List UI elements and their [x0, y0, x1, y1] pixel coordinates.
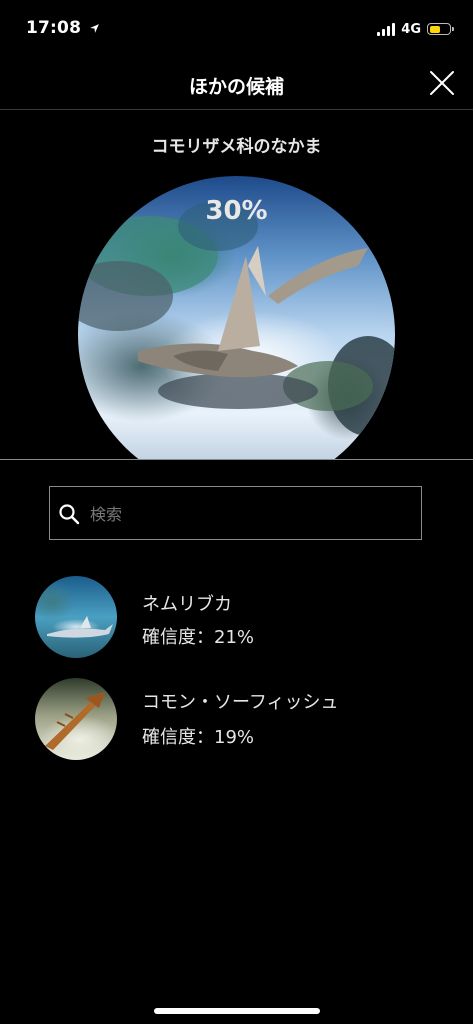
candidate-confidence: 確信度：21%	[142, 627, 255, 648]
network-type: 4G	[401, 21, 421, 37]
candidate-item[interactable]: ネムリブカ 確信度：21%	[0, 576, 473, 666]
close-button[interactable]	[428, 69, 456, 97]
status-time: 17:08	[26, 18, 100, 38]
candidate-name: コモン・ソーフィッシュ	[142, 692, 339, 713]
header-divider	[0, 109, 473, 110]
sawfish-thumbnail-icon	[45, 692, 105, 750]
candidate-thumbnail	[35, 678, 117, 760]
candidate-item[interactable]: コモン・ソーフィッシュ 確信度：19%	[0, 676, 473, 766]
candidate-thumbnail	[35, 576, 117, 658]
photo-divider	[0, 459, 473, 460]
candidate-confidence: 確信度：19%	[142, 727, 255, 748]
location-arrow-icon	[90, 23, 100, 33]
search-input[interactable]	[88, 496, 412, 532]
top-result-confidence: 30%	[205, 196, 268, 226]
cellular-signal-icon	[377, 22, 396, 36]
search-icon	[59, 504, 80, 525]
group-title: コモリザメ科のなかま	[151, 137, 322, 157]
page-title: ほかの候補	[188, 76, 284, 98]
close-icon	[430, 71, 454, 95]
shark-thumbnail-icon	[47, 616, 113, 638]
battery-icon	[427, 23, 454, 35]
status-indicators: 4G	[377, 20, 454, 38]
candidate-name: ネムリブカ	[142, 594, 232, 615]
home-indicator[interactable]	[154, 1008, 320, 1014]
